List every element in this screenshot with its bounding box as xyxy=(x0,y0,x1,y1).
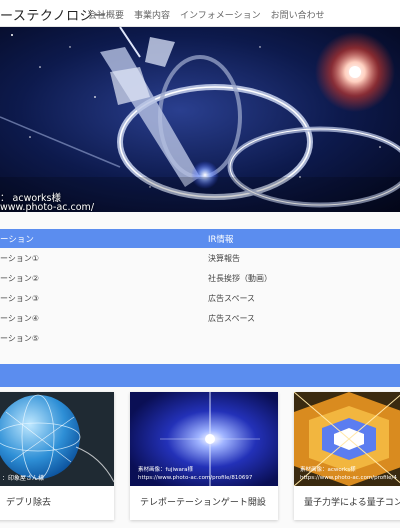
space-station-illustration xyxy=(0,27,400,212)
card-debris-removal[interactable]: ：印象屋さん様 デブリ除去 xyxy=(0,392,114,520)
card-teleportation-gate[interactable]: 素材画像：fujiwara様 https://www.photo-ac.com/… xyxy=(130,392,278,520)
table-row: ーション④ 広告スペース xyxy=(0,308,400,328)
ir-link-ad-space-1[interactable]: 広告スペース xyxy=(208,293,400,304)
info-link-4[interactable]: ーション④ xyxy=(0,313,208,324)
card-credit-author: 素材画像：fujiwara様 xyxy=(138,467,193,473)
card-credit-url[interactable]: https://www.photo-ac.com/profile/810697 xyxy=(138,475,252,482)
ir-link-ceo-message[interactable]: 社長挨拶（動画） xyxy=(208,273,400,284)
card-credit-url[interactable]: https://www.photo-ac.com/profile/4 xyxy=(300,475,397,482)
card-title[interactable]: デブリ除去 xyxy=(6,495,51,508)
table-header-ir: IR情報 xyxy=(208,234,234,245)
section-divider-bar xyxy=(0,364,400,387)
main-nav: 会社概要 事業内容 インフォメーション お問い合わせ xyxy=(88,8,325,21)
globe-illustration xyxy=(0,392,114,486)
table-row: ーション① 決算報告 xyxy=(0,248,400,268)
table-row: ーション⑤ xyxy=(0,328,400,348)
nav-information[interactable]: インフォメーション xyxy=(180,8,261,21)
info-link-3[interactable]: ーション③ xyxy=(0,293,208,304)
card-credit-author: 素材画像：acworks様 xyxy=(300,467,356,473)
table-header-row: ーション IR情報 xyxy=(0,229,400,248)
ir-link-ad-space-2[interactable]: 広告スペース xyxy=(208,313,400,324)
info-link-1[interactable]: ーション① xyxy=(0,253,208,264)
card-title[interactable]: 量子力学による量子コント xyxy=(304,495,400,508)
info-link-5[interactable]: ーション⑤ xyxy=(0,333,208,344)
table-row: ーション② 社長挨拶（動画） xyxy=(0,268,400,288)
nav-business[interactable]: 事業内容 xyxy=(134,8,170,21)
site-header: ーステクノロジー 会社概要 事業内容 インフォメーション お問い合わせ xyxy=(0,0,400,27)
card-credit: ：印象屋さん様 xyxy=(2,475,45,482)
nav-company-overview[interactable]: 会社概要 xyxy=(88,8,124,21)
info-link-2[interactable]: ーション② xyxy=(0,273,208,284)
card-image xyxy=(0,392,114,486)
info-table: ーション IR情報 ーション① 決算報告 ーション② 社長挨拶（動画） ーション… xyxy=(0,229,400,348)
nav-contact[interactable]: お問い合わせ xyxy=(271,8,325,21)
table-row: ーション③ 広告スペース xyxy=(0,288,400,308)
hero-image: ： acworks様 www.photo-ac.com/ xyxy=(0,27,400,212)
ir-link-earnings[interactable]: 決算報告 xyxy=(208,253,400,264)
table-header-information: ーション xyxy=(0,234,34,245)
card-title[interactable]: テレポーテーションゲート開設 xyxy=(140,495,266,508)
card-quantum-control[interactable]: 素材画像：acworks様 https://www.photo-ac.com/p… xyxy=(294,392,400,520)
hero-credit-url[interactable]: www.photo-ac.com/ xyxy=(0,202,94,212)
